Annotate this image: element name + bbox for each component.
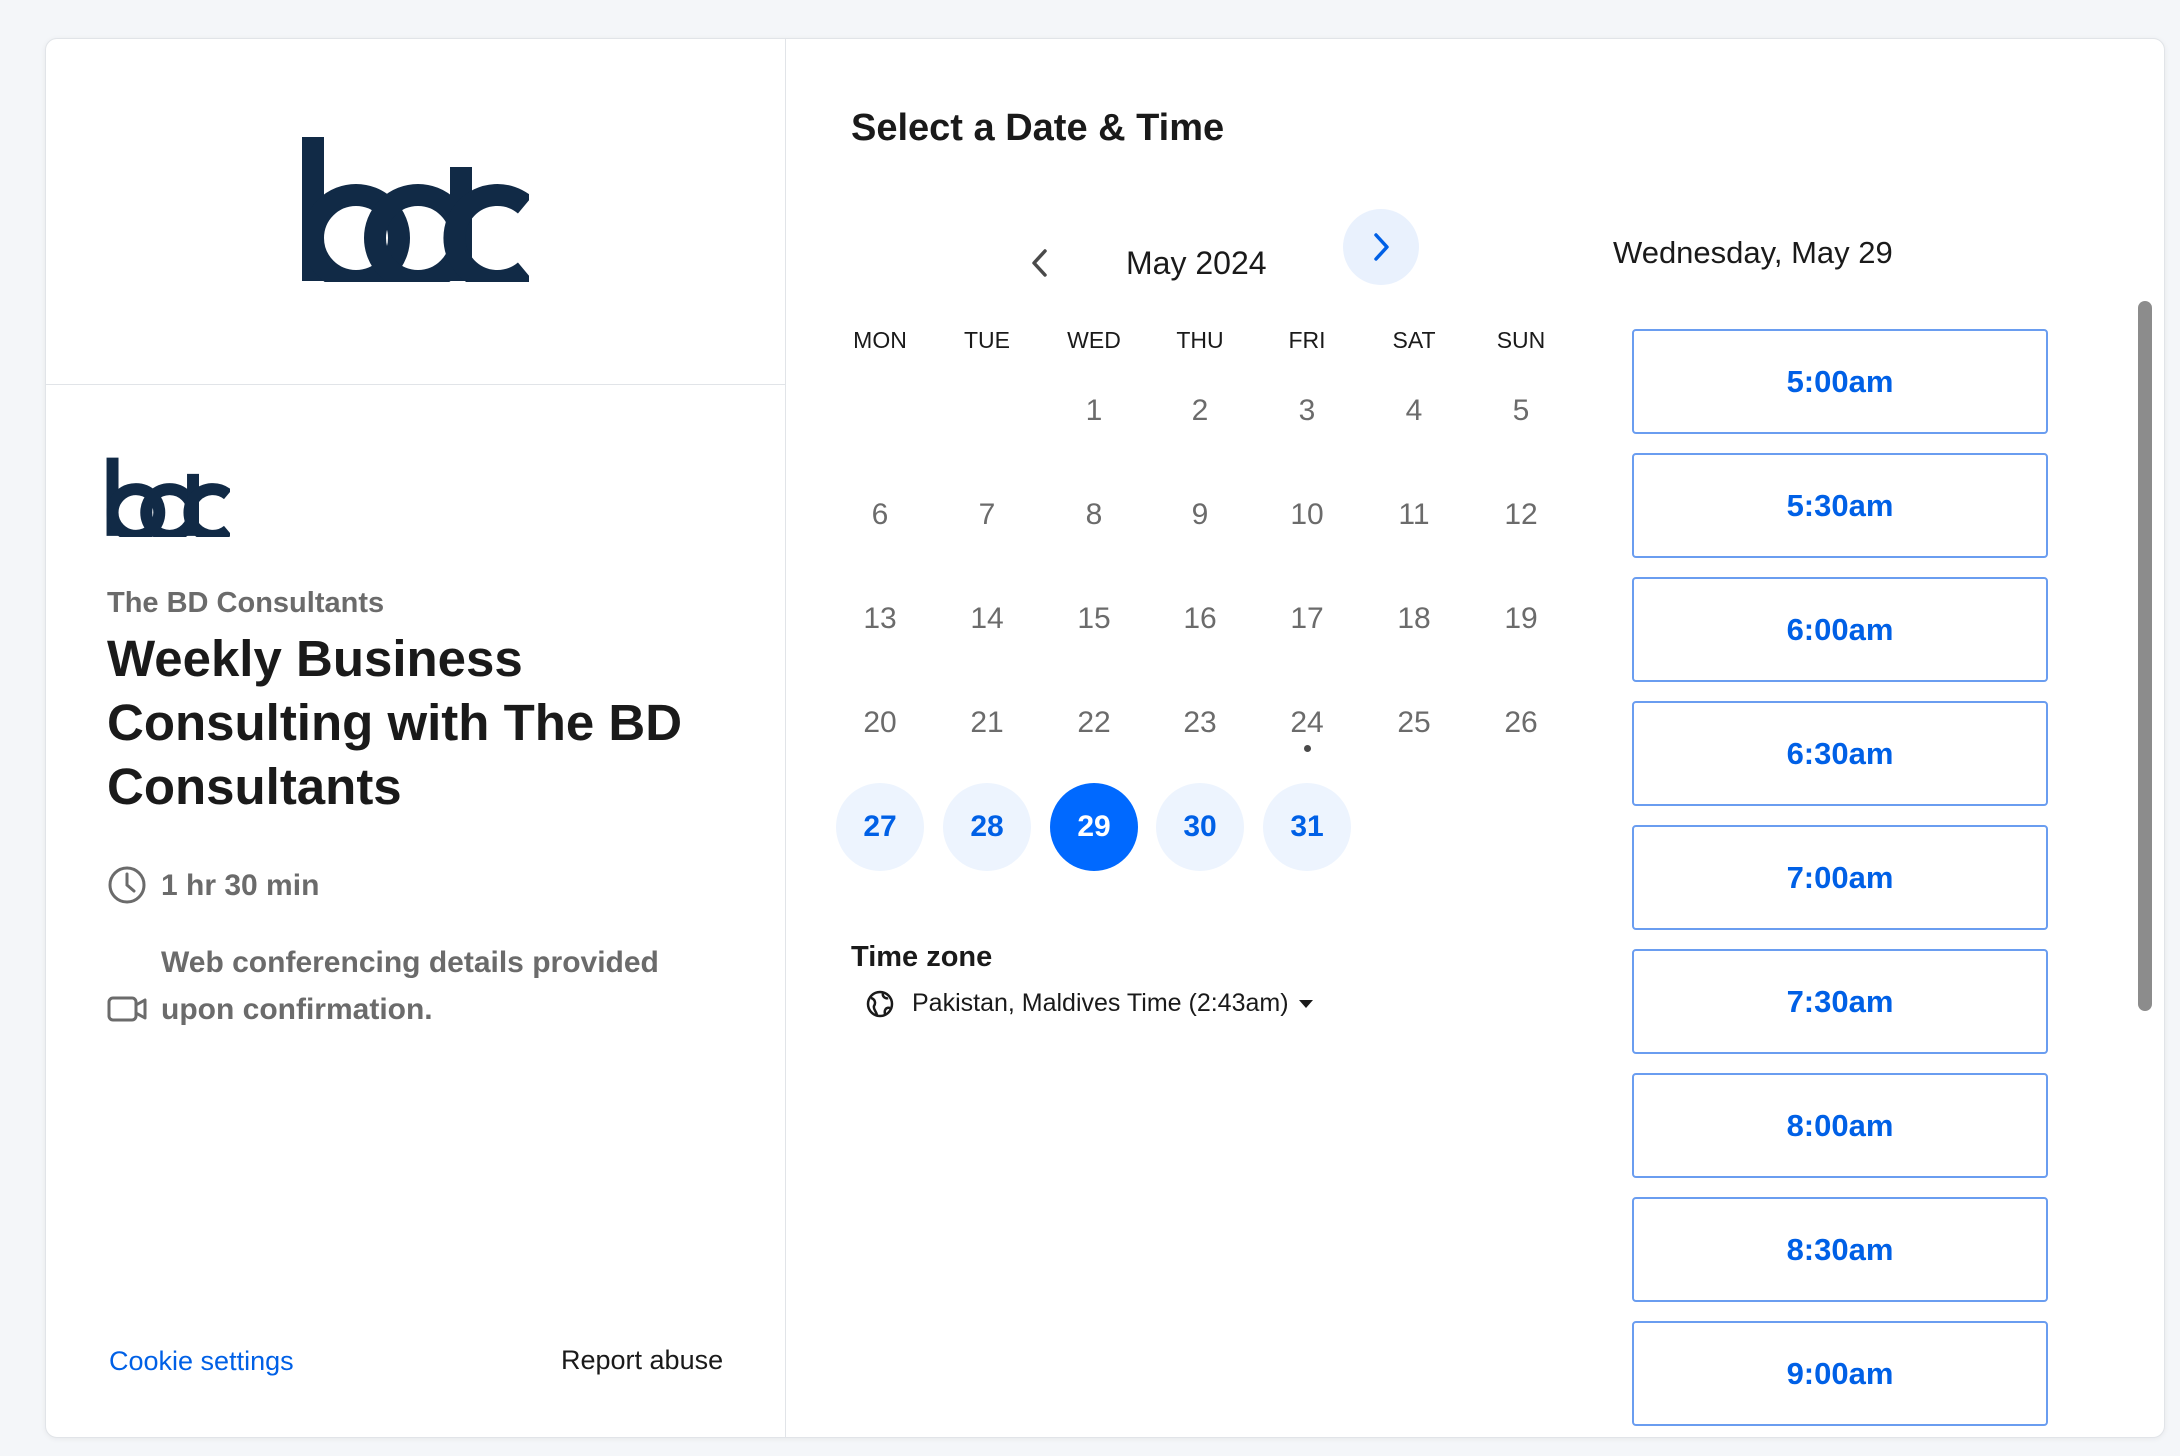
calendar-day-13: 13 xyxy=(863,602,897,635)
weekday-sat: SAT xyxy=(1392,327,1436,353)
calendar-day-30[interactable]: 30 xyxy=(1156,783,1244,871)
calendar-day-1: 1 xyxy=(1085,394,1103,427)
calendar-day-12: 12 xyxy=(1504,498,1538,531)
weekday-fri: FRI xyxy=(1288,327,1326,353)
today-indicator xyxy=(1304,745,1311,752)
calendar-day-4: 4 xyxy=(1405,394,1423,427)
calendar-day-21: 21 xyxy=(970,706,1004,739)
cookie-settings-link[interactable]: Cookie settings xyxy=(109,1346,294,1377)
next-month-button[interactable] xyxy=(1343,209,1419,285)
bdc-logo-icon xyxy=(302,137,529,282)
calendar-day-31[interactable]: 31 xyxy=(1263,783,1351,871)
calendar-day-14: 14 xyxy=(970,602,1004,635)
calendar-day-27[interactable]: 27 xyxy=(836,783,924,871)
time-slot-button[interactable]: 8:30am xyxy=(1632,1197,2048,1302)
timezone-value: Pakistan, Maldives Time (2:43am) xyxy=(912,989,1289,1017)
time-slot-button[interactable]: 8:00am xyxy=(1632,1073,2048,1178)
conferencing-text: Web conferencing details provided upon c… xyxy=(161,946,659,1026)
calendar-day-7: 7 xyxy=(978,498,996,531)
calendar-day-22: 22 xyxy=(1077,706,1111,739)
chevron-left-icon xyxy=(1032,249,1047,277)
bdc-logo-small-icon xyxy=(106,457,230,537)
scrollbar-thumb[interactable] xyxy=(2138,301,2152,1011)
previous-month-button[interactable] xyxy=(1006,229,1074,297)
caret-down-icon xyxy=(1298,999,1313,1008)
conferencing-row: Web conferencing details provided upon c… xyxy=(107,939,701,1033)
chevron-right-icon xyxy=(1374,233,1389,261)
weekday-thu: THU xyxy=(1176,327,1224,353)
booking-card: The BD Consultants Weekly Business Consu… xyxy=(45,38,2165,1438)
time-slot-button[interactable]: 6:30am xyxy=(1632,701,2048,806)
calendar-day-19: 19 xyxy=(1504,602,1538,635)
duration-row: 1 hr 30 min xyxy=(107,865,319,909)
video-camera-icon xyxy=(107,996,147,1022)
calendar-day-6: 6 xyxy=(871,498,889,531)
event-details-panel: The BD Consultants Weekly Business Consu… xyxy=(46,39,786,1437)
timezone-label: Time zone xyxy=(851,941,993,973)
weekday-wed: WED xyxy=(1067,327,1121,353)
organization-name: The BD Consultants xyxy=(107,587,385,619)
calendar-day-8: 8 xyxy=(1085,498,1103,531)
event-title: Weekly Business Consulting with The BD C… xyxy=(107,630,683,815)
calendar-day-16: 16 xyxy=(1183,602,1217,635)
weekday-tue: TUE xyxy=(964,327,1010,353)
weekday-mon: MON xyxy=(853,327,907,353)
page-title: Select a Date & Time xyxy=(851,107,1225,149)
calendar-day-17: 17 xyxy=(1290,602,1324,635)
time-slot-button[interactable]: 7:30am xyxy=(1632,949,2048,1054)
globe-icon xyxy=(866,990,894,1017)
timezone-select[interactable]: Pakistan, Maldives Time (2:43am) xyxy=(866,989,1313,1018)
calendar-day-20: 20 xyxy=(863,706,897,739)
duration-text: 1 hr 30 min xyxy=(161,869,320,902)
calendar-day-25: 25 xyxy=(1397,706,1431,739)
selected-date-heading: Wednesday, May 29 xyxy=(1613,235,1893,270)
weekday-sun: SUN xyxy=(1496,327,1546,353)
calendar-day-15: 15 xyxy=(1077,602,1111,635)
time-slot-button[interactable]: 5:00am xyxy=(1632,329,2048,434)
calendar-day-2: 2 xyxy=(1191,394,1209,427)
calendar-day-18: 18 xyxy=(1397,602,1431,635)
month-label: May 2024 xyxy=(1126,245,1267,281)
calendar-day-26: 26 xyxy=(1504,706,1538,739)
report-abuse-link[interactable]: Report abuse xyxy=(561,1345,723,1376)
calendar-day-23: 23 xyxy=(1183,706,1217,739)
calendar-day-9: 9 xyxy=(1191,498,1209,531)
calendar-day-24: 24 xyxy=(1290,706,1324,739)
time-slot-button[interactable]: 7:00am xyxy=(1632,825,2048,930)
calendar-day-28[interactable]: 28 xyxy=(943,783,1031,871)
time-slot-button[interactable]: 9:00am xyxy=(1632,1321,2048,1426)
logo-header xyxy=(46,39,785,385)
time-slot-button[interactable]: 5:30am xyxy=(1632,453,2048,558)
time-slot-button[interactable]: 6:00am xyxy=(1632,577,2048,682)
calendar-day-11: 11 xyxy=(1398,498,1430,531)
calendar-day-3: 3 xyxy=(1298,394,1316,427)
calendar-day-29[interactable]: 29 xyxy=(1050,783,1138,871)
clock-icon xyxy=(108,866,146,904)
calendar-day-5: 5 xyxy=(1512,394,1530,427)
calendar-day-10: 10 xyxy=(1290,498,1324,531)
